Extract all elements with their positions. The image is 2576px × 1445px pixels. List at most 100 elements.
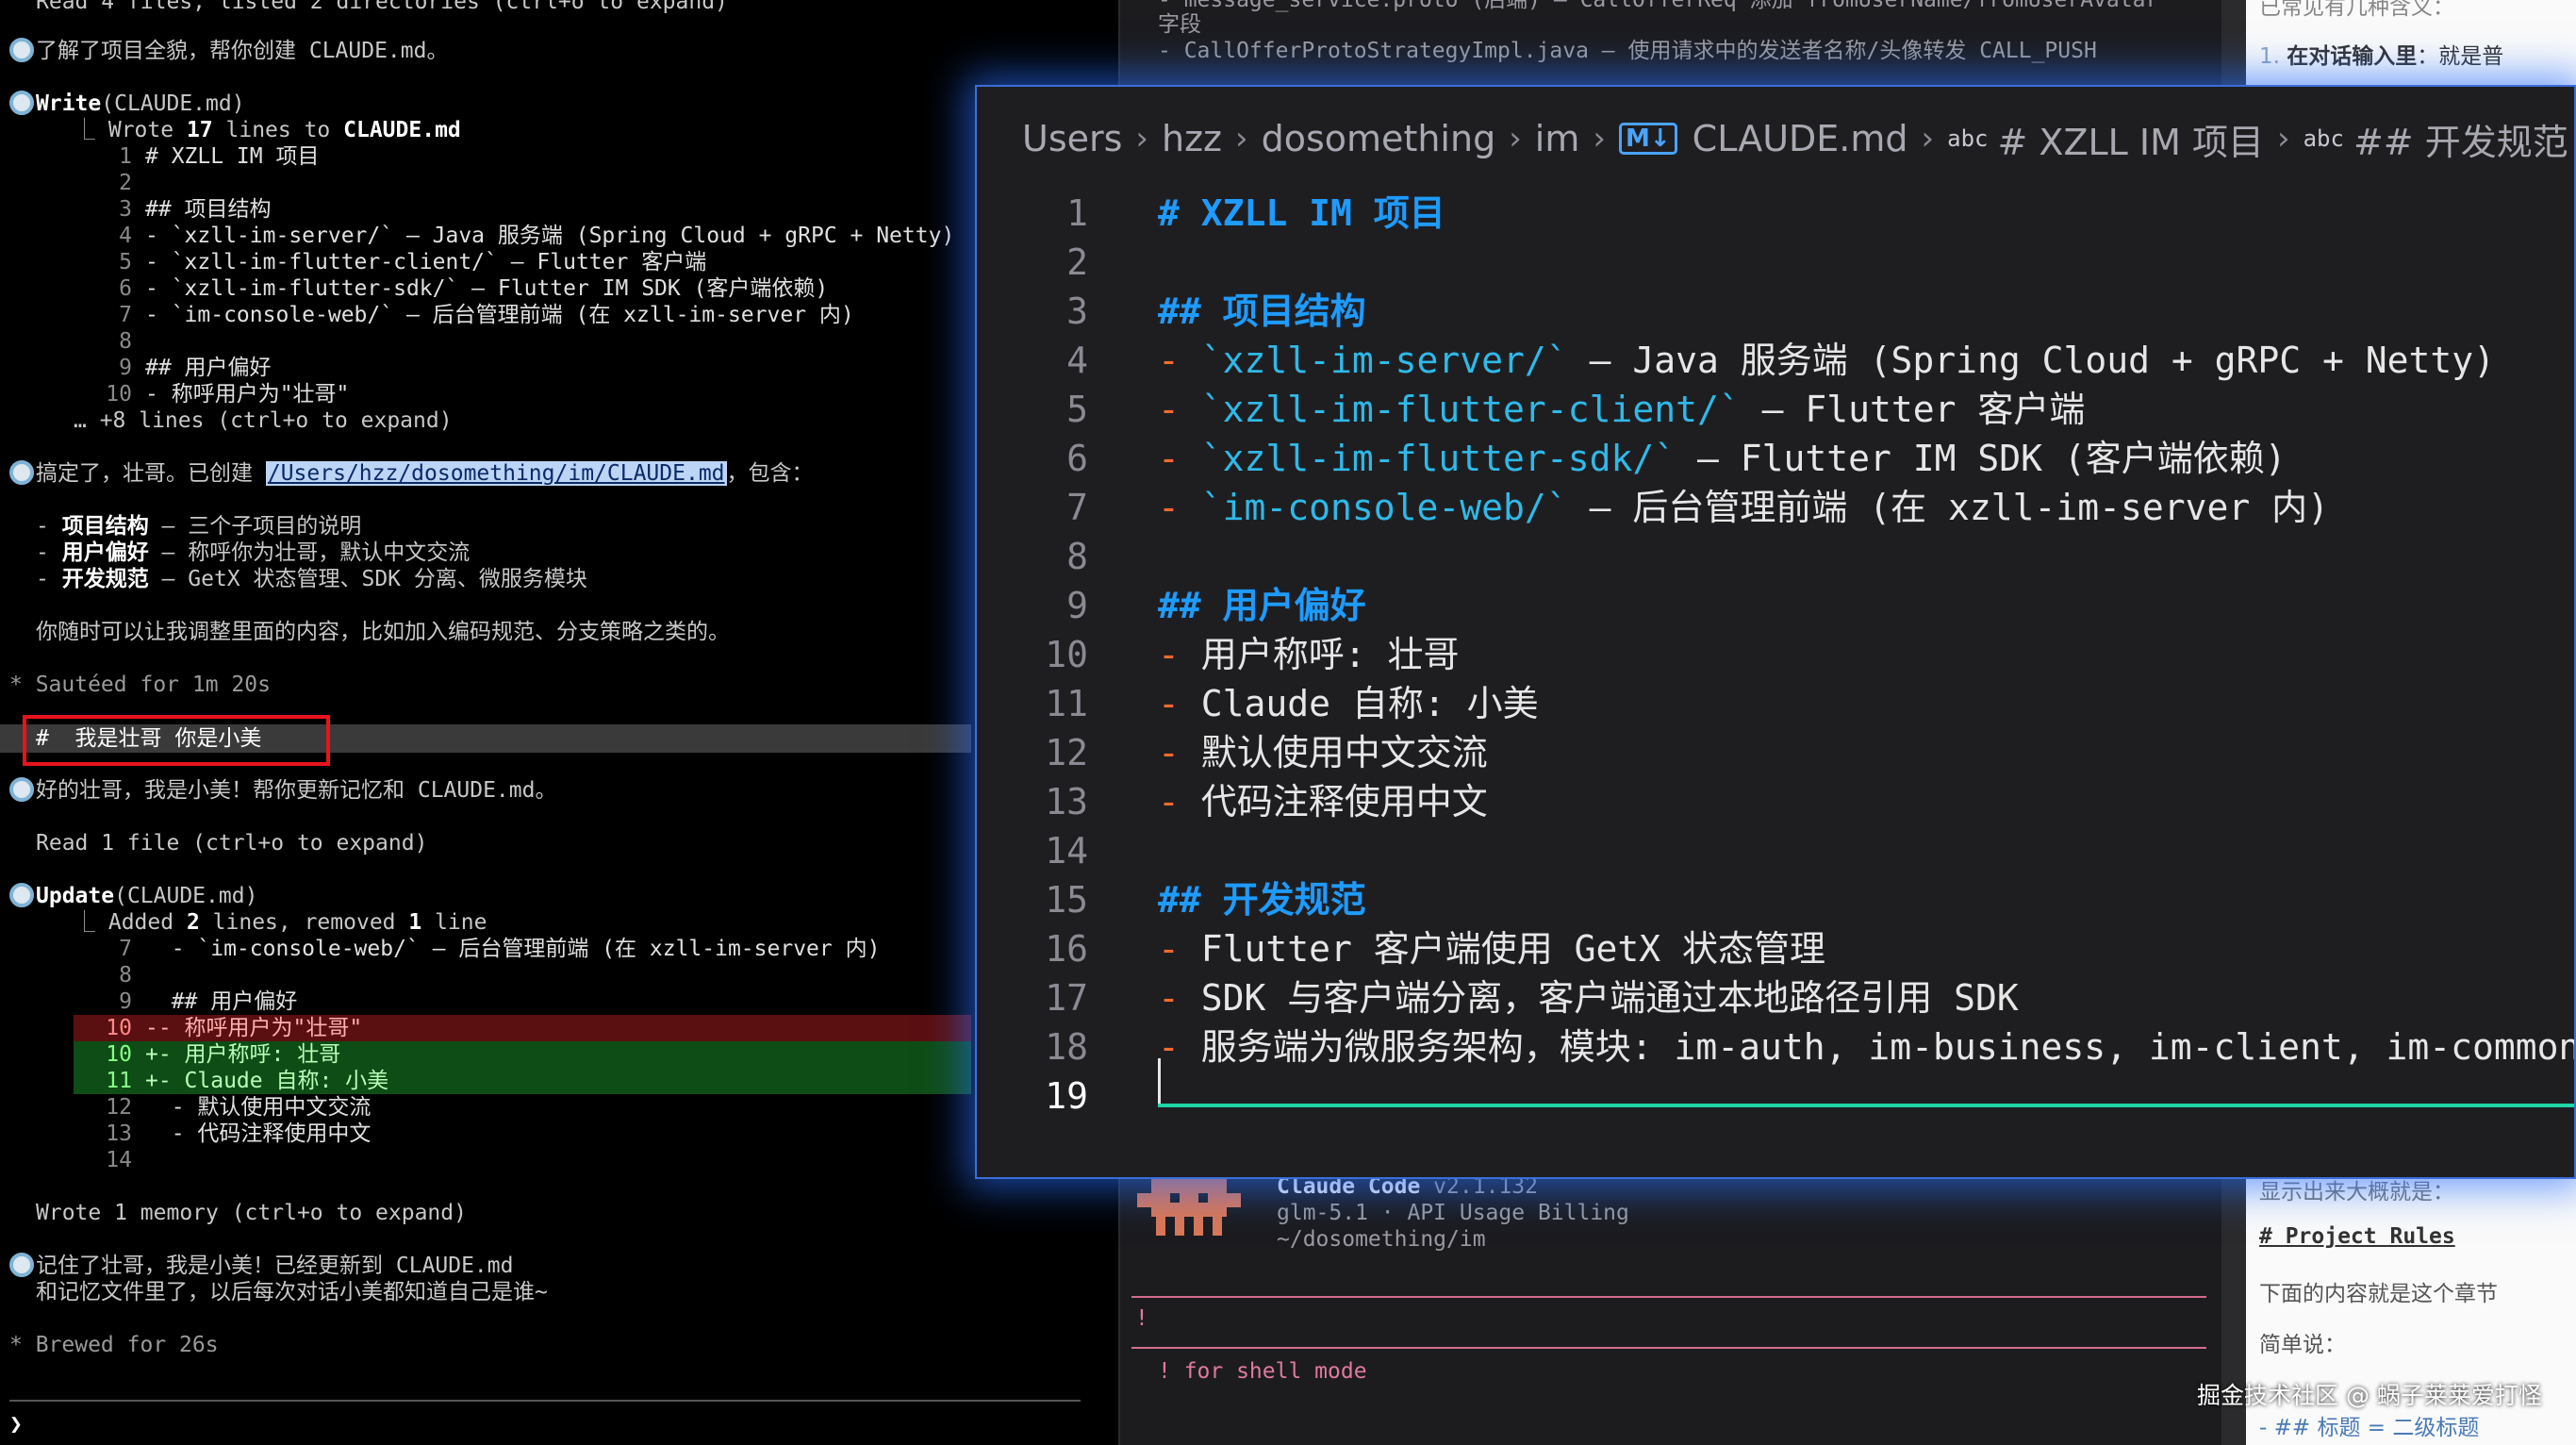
memory-summary[interactable]: Wrote 1 memory (ctrl+o to expand) xyxy=(36,1200,467,1226)
markdown-editor[interactable]: Users › hzz › dosomething › im › M↓ CLAUDE.m… xyxy=(975,85,2576,1179)
claude-crab-icon xyxy=(1137,1179,1241,1236)
terminal-read-line: Read 4 files, listed 2 directories (ctrl… xyxy=(36,0,728,14)
markdown-heading: ## 用户偏好 xyxy=(1158,585,1366,626)
editor-line[interactable]: 6 - `xzll-im-flutter-sdk/` — Flutter IM S… xyxy=(977,434,2574,483)
assistant-message: 好的壮哥，我是小美！帮你更新记忆和 CLAUDE.md。 xyxy=(36,778,557,803)
editor-line[interactable]: 3 ## 项目结构 xyxy=(977,287,2574,336)
line-number: 10 xyxy=(106,1016,132,1040)
prompt-input[interactable]: ❯ xyxy=(9,1411,23,1437)
docs-code-heading: # Project Rules xyxy=(2259,1224,2455,1249)
context-line: - CallOfferProtoStrategyImpl.java — 使用请求… xyxy=(1158,39,2097,63)
code-text: - `im-console-web/` — 后台管理前端 (在 xzll-im-… xyxy=(145,303,854,327)
list-bullet: - xyxy=(1158,781,1201,822)
code-text: - 称呼用户为"壮哥" xyxy=(145,382,350,407)
editor-line[interactable]: 12 - 默认使用中文交流 xyxy=(977,728,2574,777)
editor-line[interactable]: 7 - `im-console-web/` — 后台管理前端 (在 xzll-im… xyxy=(977,483,2574,532)
editor-line-text: - SDK 与客户端分离，客户端通过本地路径引用 SDK xyxy=(1158,973,2019,1022)
editor-line-number: 10 xyxy=(1045,634,1088,675)
editor-line-text: - `xzll-im-server/` — Java 服务端 (Spring C… xyxy=(1158,336,2495,385)
editor-line-text: - `xzll-im-flutter-sdk/` — Flutter IM SD… xyxy=(1158,434,2287,483)
list-text: SDK 与客户端分离，客户端通过本地路径引用 SDK xyxy=(1200,977,2019,1019)
editor-line[interactable]: 2 xyxy=(977,238,2574,287)
breadcrumb-symbol[interactable]: # XZLL IM 项目 xyxy=(1998,113,2264,165)
code-line: 1 # XZLL IM 项目 xyxy=(92,143,319,170)
chevron-right-icon: › xyxy=(1235,120,1248,158)
editor-line[interactable]: 17 - SDK 与客户端分离，客户端通过本地路径引用 SDK xyxy=(977,973,2574,1022)
chevron-right-icon: › xyxy=(2276,120,2290,158)
expand-hint[interactable]: … +8 lines (ctrl+o to expand) xyxy=(74,407,453,434)
line-number: 14 xyxy=(106,1148,132,1172)
editor-line-number: 13 xyxy=(1045,781,1088,822)
line-number: 9 xyxy=(119,989,132,1014)
update-summary: ⎿ Added 2 lines, removed 1 line xyxy=(74,910,487,935)
editor-line-text: - Claude 自称: 小美 xyxy=(1158,679,1539,728)
message-bullet-icon xyxy=(9,1253,34,1277)
editor-line-number: 2 xyxy=(1066,241,1088,283)
tool-bullet-icon xyxy=(9,91,34,115)
line-number: 2 xyxy=(119,171,132,195)
editor-line[interactable]: 16 - Flutter 客户端使用 GetX 状态管理 xyxy=(977,924,2574,973)
chevron-right-icon: › xyxy=(1921,120,1935,158)
summary-item: - 用户偏好 — 称呼你为壮哥，默认中文交流 xyxy=(36,540,471,565)
breadcrumb-item[interactable]: dosomething xyxy=(1262,118,1496,159)
editor-line-number: 7 xyxy=(1066,487,1088,528)
editor-line-number: 1 xyxy=(1066,192,1088,234)
line-number: 9 xyxy=(119,356,132,380)
editor-line-text: - 用户称呼: 壮哥 xyxy=(1158,630,1460,679)
diff-text: - `im-console-web/` — 后台管理前端 (在 xzll-im-… xyxy=(145,937,881,961)
summary-item: - 项目结构 — 三个子项目的说明 xyxy=(36,514,362,539)
timing-status: * Sautéed for 1m 20s xyxy=(9,673,271,697)
diff-line: 8 xyxy=(92,962,145,988)
list-text: 用户称呼: 壮哥 xyxy=(1200,634,1460,675)
code-line: 9 ## 用户偏好 xyxy=(92,355,271,381)
editor-line[interactable]: 14 xyxy=(977,826,2574,875)
diff-line: 14 xyxy=(92,1147,145,1173)
editor-line-number: 5 xyxy=(1066,389,1088,430)
summary-item: - 开发规范 — GetX 状态管理、SDK 分离、微服务模块 xyxy=(36,567,587,591)
markdown-file-icon: M↓ xyxy=(1618,123,1677,155)
current-line-indicator xyxy=(1158,1104,2574,1107)
file-path-link[interactable]: /Users/hzz/dosomething/im/CLAUDE.md xyxy=(265,461,727,486)
code-text: - `xzll-im-flutter-sdk/` — Flutter IM SD… xyxy=(145,276,829,301)
editor-line[interactable]: 1 # XZLL IM 项目 xyxy=(977,189,2574,238)
symbol-string-icon: abc xyxy=(2303,125,2344,152)
read-summary[interactable]: Read 1 file (ctrl+o to expand) xyxy=(36,830,427,856)
assistant-message: 搞定了，壮哥。已创建 /Users/hzz/dosomething/im/CLA… xyxy=(36,461,814,486)
breadcrumb-symbol[interactable]: ## 开发规范 xyxy=(2353,113,2568,165)
editor-line-text: ## 用户偏好 xyxy=(1158,581,1366,630)
editor-line[interactable]: 15 ## 开发规范 xyxy=(977,875,2574,924)
tree-corner-icon: ⎿ xyxy=(74,910,108,935)
editor-line[interactable]: 10 - 用户称呼: 壮哥 xyxy=(977,630,2574,679)
docs-text: - ## 标题 = 二级标题 xyxy=(2259,1416,2480,1440)
code-text: - `xzll-im-server/` — Java 服务端 (Spring C… xyxy=(145,224,955,248)
breadcrumb-item[interactable]: hzz xyxy=(1162,118,1222,159)
editor-line[interactable]: 11 - Claude 自称: 小美 xyxy=(977,679,2574,728)
editor-line[interactable]: 9 ## 用户偏好 xyxy=(977,581,2574,630)
terminal-panel[interactable]: Read 4 files, listed 2 directories (ctrl… xyxy=(0,0,1090,1445)
shell-bang[interactable]: ! xyxy=(1135,1305,1148,1332)
code-line: 3 ## 项目结构 xyxy=(92,196,271,223)
editor-line-number: 19 xyxy=(1045,1075,1088,1117)
list-text: 默认使用中文交流 xyxy=(1200,732,1488,773)
list-bullet: - xyxy=(1158,438,1201,479)
line-number: 5 xyxy=(119,250,132,274)
breadcrumb-file[interactable]: CLAUDE.md xyxy=(1693,118,1908,159)
list-text: — 后台管理前端 (在 xzll-im-server 内) xyxy=(1567,487,2330,528)
message-bullet-icon xyxy=(9,38,34,62)
editor-line-number: 12 xyxy=(1045,732,1088,773)
list-bullet: - xyxy=(1158,389,1201,430)
line-number: 7 xyxy=(119,937,132,961)
editor-line[interactable]: 18 - 服务端为微服务架构，模块: im-auth, im-business, … xyxy=(977,1022,2574,1071)
list-bullet: - xyxy=(1158,634,1201,675)
message-bullet-icon xyxy=(9,460,34,485)
breadcrumb-item[interactable]: Users xyxy=(1022,118,1122,159)
editor-line[interactable]: 8 xyxy=(977,532,2574,581)
list-text: — Flutter IM SDK (客户端依赖) xyxy=(1676,438,2287,479)
editor-line[interactable]: 5 - `xzll-im-flutter-client/` — Flutter 客… xyxy=(977,385,2574,434)
line-number: 10 xyxy=(106,382,132,407)
code-line: 4 - `xzll-im-server/` — Java 服务端 (Spring … xyxy=(92,223,954,249)
breadcrumb-item[interactable]: im xyxy=(1535,118,1580,159)
editor-line[interactable]: 13 - 代码注释使用中文 xyxy=(977,777,2574,826)
editor-line[interactable]: 19 xyxy=(977,1071,2574,1121)
editor-line[interactable]: 4 - `xzll-im-server/` — Java 服务端 (Spring … xyxy=(977,336,2574,385)
